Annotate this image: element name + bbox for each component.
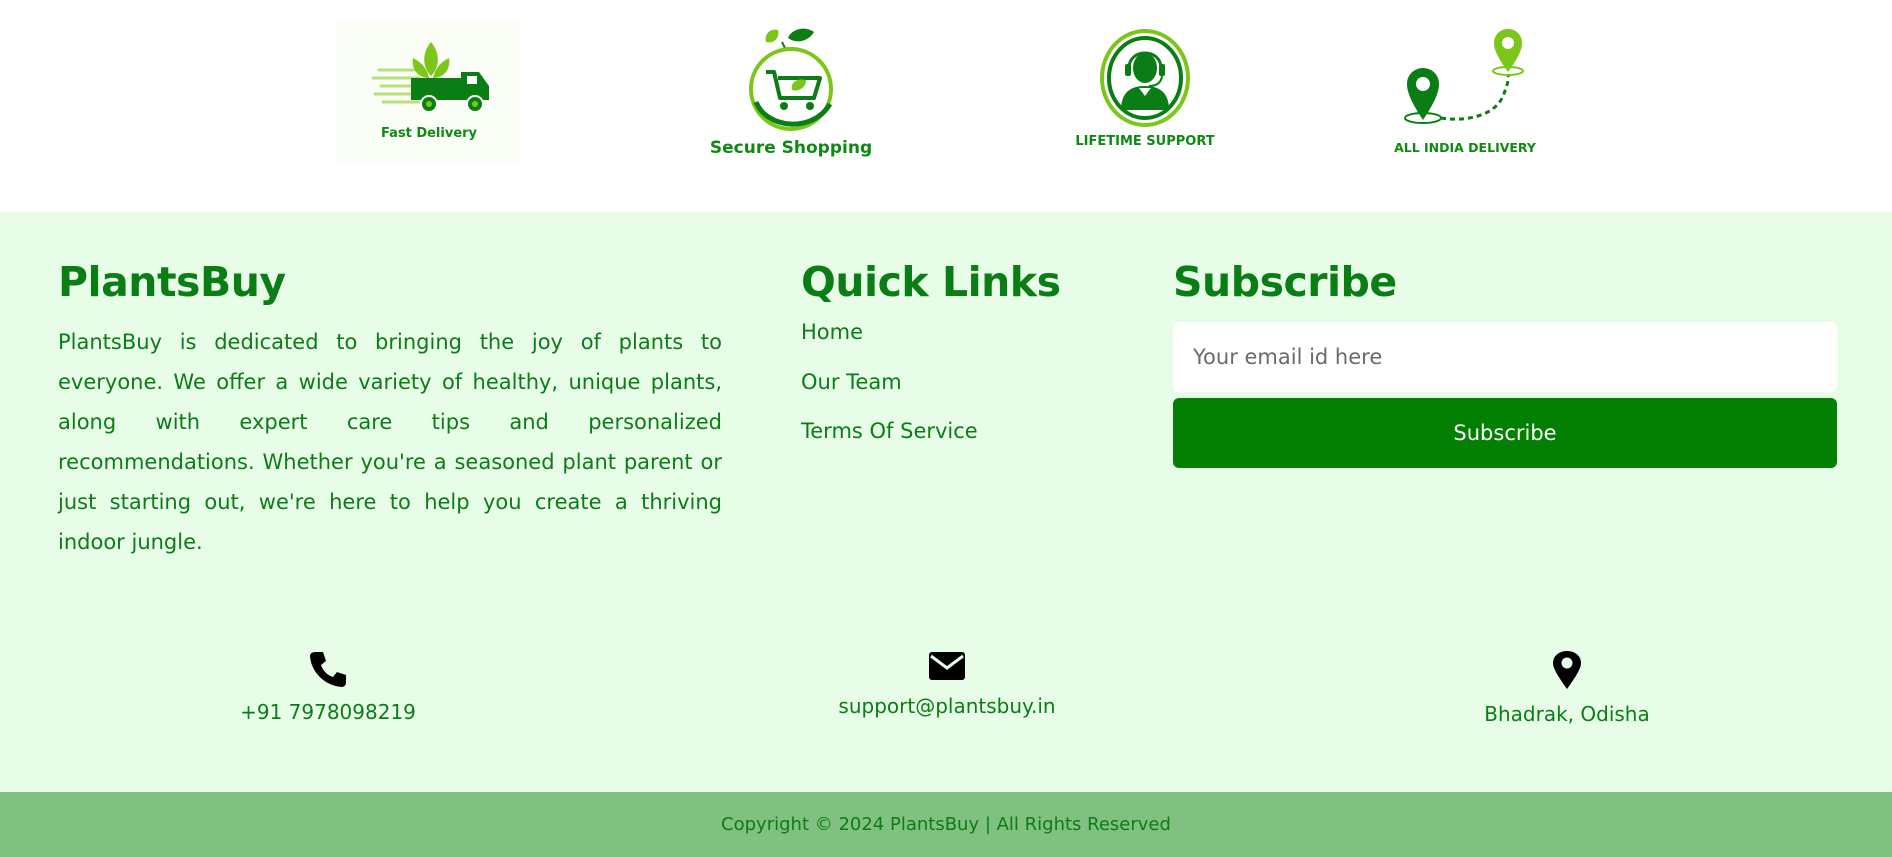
feature-label: LIFETIME SUPPORT bbox=[1075, 134, 1215, 149]
subscribe-button[interactable]: Subscribe bbox=[1173, 398, 1837, 468]
feature-label: ALL INDIA DELIVERY bbox=[1394, 140, 1536, 155]
delivery-truck-icon bbox=[371, 42, 489, 113]
contact-location: Bhadrak, Odisha bbox=[1417, 650, 1717, 726]
feature-label: Fast Delivery bbox=[380, 126, 478, 141]
footer: PlantsBuy PlantsBuy is dedicated to brin… bbox=[0, 212, 1892, 792]
email-address[interactable]: support@plantsbuy.in bbox=[838, 694, 1055, 718]
copyright-text: Copyright © 2024 PlantsBuy | All Rights … bbox=[721, 814, 1171, 835]
phone-number[interactable]: +91 7978098219 bbox=[240, 700, 416, 724]
about-text: PlantsBuy is dedicated to bringing the j… bbox=[58, 330, 722, 554]
quick-link-our-team[interactable]: Our Team bbox=[801, 370, 978, 420]
location-route-icon bbox=[1404, 29, 1524, 124]
shopping-cart-leaf-icon bbox=[749, 28, 833, 131]
feature-label: Secure Shopping bbox=[709, 138, 873, 158]
location-text: Bhadrak, Odisha bbox=[1484, 702, 1650, 726]
about-heading: PlantsBuy bbox=[58, 258, 286, 306]
feature-secure-shopping: Secure Shopping bbox=[710, 24, 872, 158]
copyright-bar: Copyright © 2024 PlantsBuy | All Rights … bbox=[0, 792, 1892, 857]
contact-phone: +91 7978098219 bbox=[178, 650, 478, 724]
quick-link-terms-of-service[interactable]: Terms Of Service bbox=[801, 419, 978, 469]
phone-icon bbox=[310, 652, 346, 687]
subscribe-heading: Subscribe bbox=[1173, 258, 1397, 306]
feature-all-india-delivery: ALL INDIA DELIVERY bbox=[1390, 26, 1540, 155]
envelope-icon bbox=[929, 652, 965, 680]
features-strip: Fast Delivery Secure Shopping LIFETIME S… bbox=[0, 0, 1892, 212]
feature-fast-delivery: Fast Delivery bbox=[337, 22, 521, 162]
support-agent-icon bbox=[1100, 29, 1190, 127]
quick-links-list: Home Our Team Terms Of Service bbox=[801, 320, 978, 469]
contact-email: support@plantsbuy.in bbox=[797, 650, 1097, 718]
email-input[interactable] bbox=[1173, 322, 1837, 392]
feature-lifetime-support: LIFETIME SUPPORT bbox=[1075, 28, 1215, 149]
quick-link-home[interactable]: Home bbox=[801, 320, 978, 370]
quick-links-heading: Quick Links bbox=[801, 258, 1061, 306]
location-pin-icon bbox=[1553, 651, 1581, 689]
